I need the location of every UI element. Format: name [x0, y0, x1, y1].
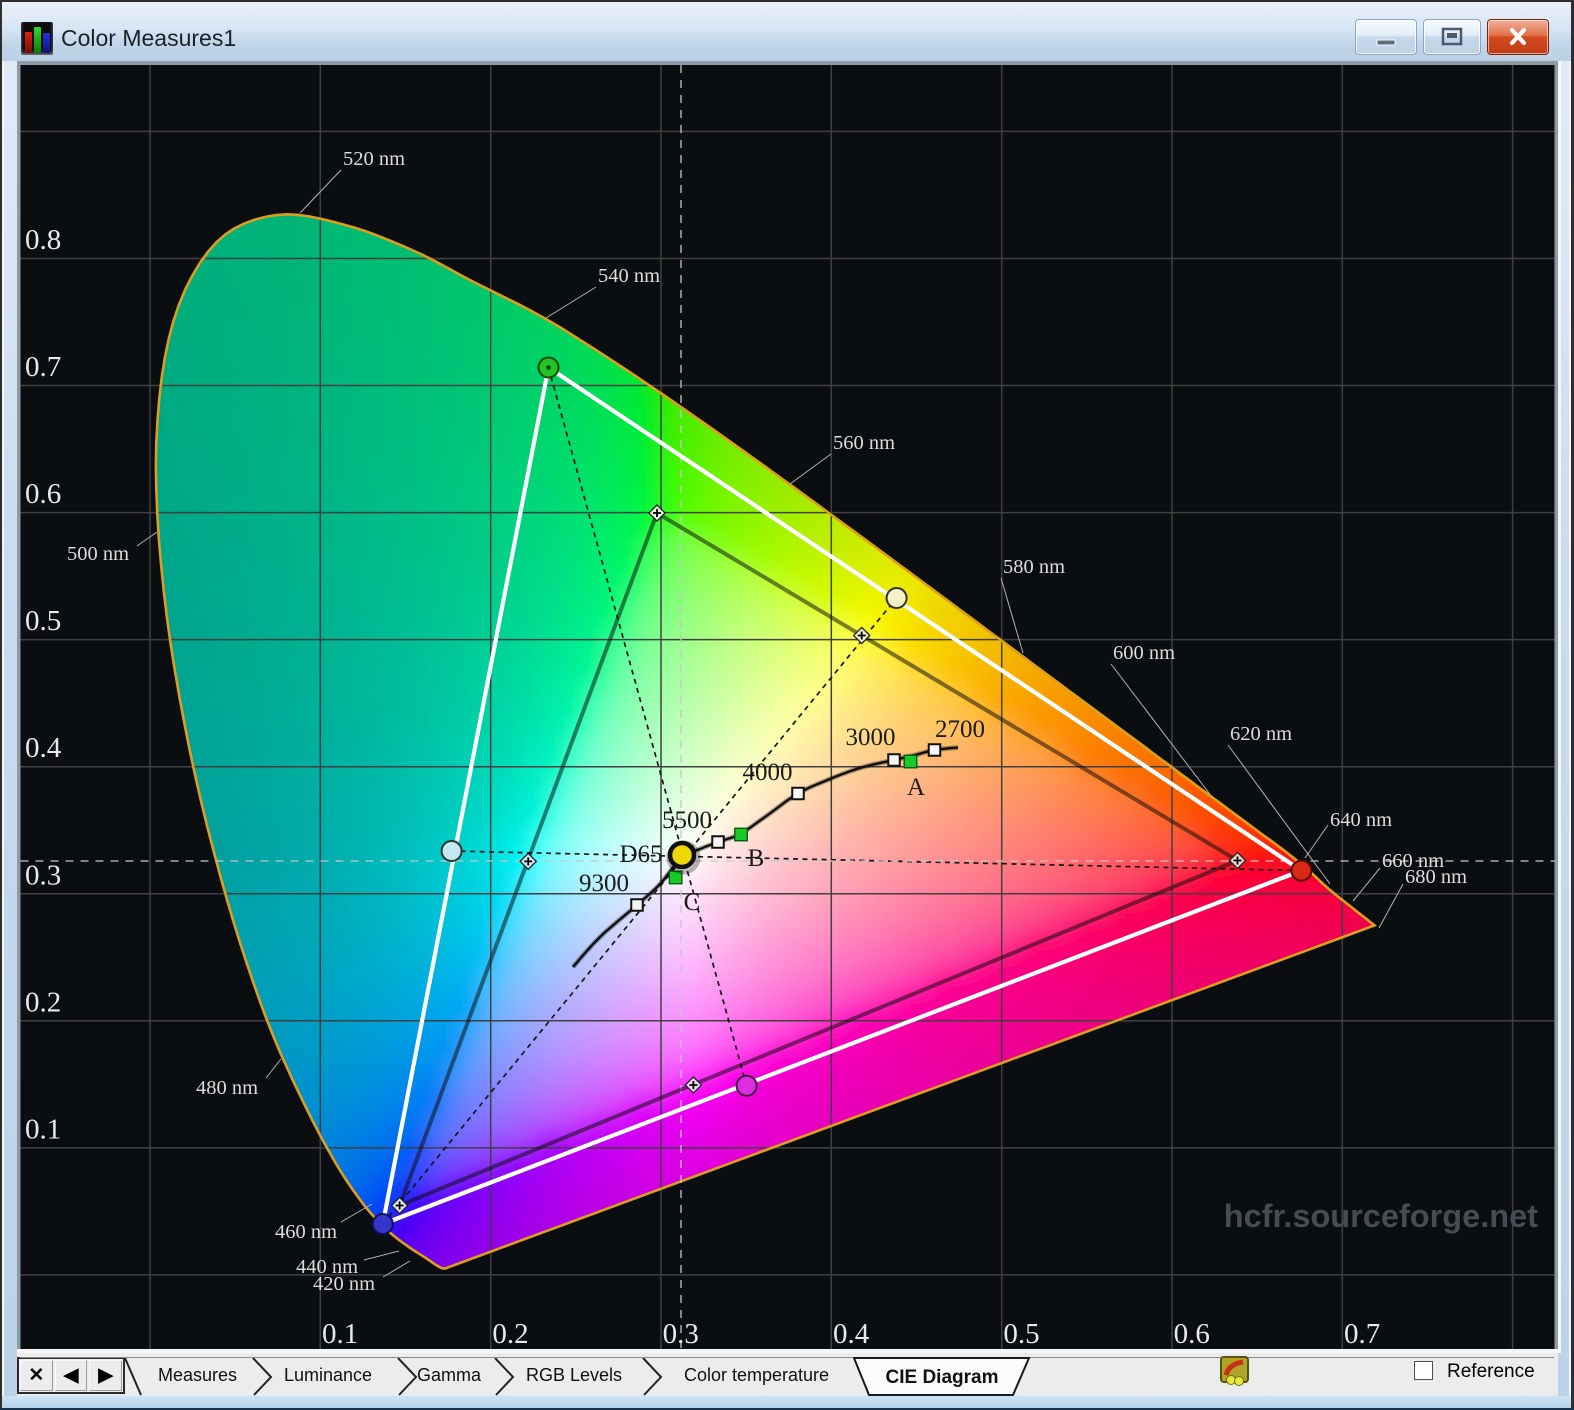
- svg-text:0.2: 0.2: [25, 986, 61, 1018]
- svg-text:B: B: [748, 845, 765, 872]
- svg-text:0.2: 0.2: [492, 1318, 528, 1350]
- svg-text:0.4: 0.4: [833, 1318, 870, 1350]
- svg-text:CIE Diagram: CIE Diagram: [886, 1367, 999, 1388]
- svg-text:0.7: 0.7: [1344, 1318, 1380, 1350]
- svg-text:3000: 3000: [846, 724, 896, 751]
- svg-text:0.3: 0.3: [25, 859, 61, 891]
- svg-text:hcfr.sourceforge.net: hcfr.sourceforge.net: [1224, 1198, 1538, 1234]
- svg-text:0.8: 0.8: [25, 224, 61, 256]
- svg-text:640 nm: 640 nm: [1330, 809, 1392, 831]
- svg-text:0.1: 0.1: [25, 1113, 61, 1145]
- svg-text:9300: 9300: [579, 870, 629, 897]
- svg-text:0.6: 0.6: [1174, 1318, 1210, 1350]
- svg-text:680 nm: 680 nm: [1405, 866, 1467, 888]
- svg-text:0.3: 0.3: [663, 1318, 699, 1350]
- svg-text:480 nm: 480 nm: [196, 1077, 258, 1099]
- svg-text:2700: 2700: [935, 716, 985, 743]
- svg-text:460 nm: 460 nm: [275, 1221, 337, 1243]
- svg-text:520 nm: 520 nm: [343, 148, 405, 170]
- svg-text:0.5: 0.5: [25, 605, 61, 637]
- svg-text:420 nm: 420 nm: [313, 1273, 375, 1295]
- svg-text:0.6: 0.6: [25, 478, 61, 510]
- svg-text:600 nm: 600 nm: [1113, 642, 1175, 664]
- svg-text:620 nm: 620 nm: [1230, 723, 1292, 745]
- svg-text:A: A: [907, 774, 925, 801]
- svg-text:0.4: 0.4: [25, 732, 62, 764]
- svg-text:580 nm: 580 nm: [1003, 556, 1065, 578]
- svg-text:540 nm: 540 nm: [598, 265, 660, 287]
- svg-text:0.1: 0.1: [322, 1318, 358, 1350]
- svg-text:D65: D65: [619, 841, 662, 868]
- svg-text:5500: 5500: [662, 807, 712, 834]
- svg-text:C: C: [684, 889, 701, 916]
- svg-text:0.5: 0.5: [1003, 1318, 1039, 1350]
- svg-text:500 nm: 500 nm: [67, 543, 129, 565]
- svg-text:0.7: 0.7: [25, 351, 61, 383]
- svg-text:4000: 4000: [743, 759, 793, 786]
- svg-text:560 nm: 560 nm: [833, 432, 895, 454]
